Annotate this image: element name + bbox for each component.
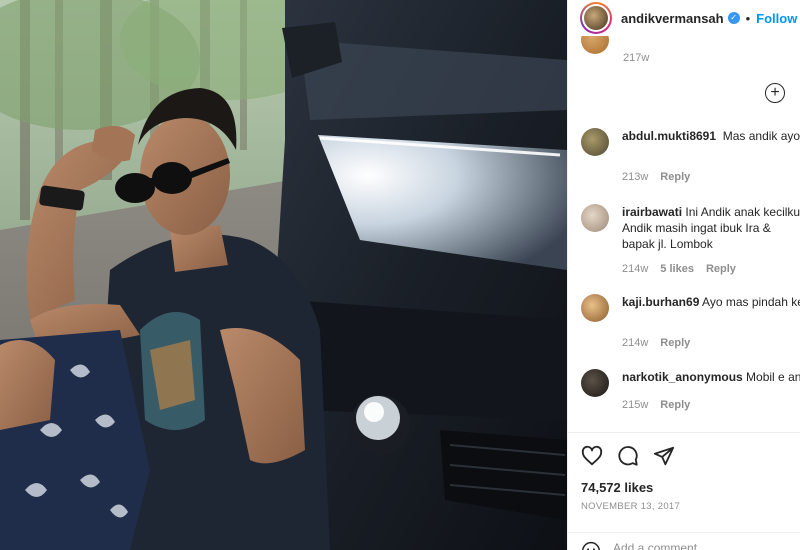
- comment-body: abdul.mukti8691 Mas andik ayo merindukan…: [622, 128, 800, 144]
- comment-username[interactable]: narkotik_anonymous: [622, 370, 743, 384]
- comment-body: irairbawati Ini Andik anak kecilku Andik…: [622, 204, 800, 252]
- post-actions: 74,572 likes NOVEMBER 13, 2017: [568, 432, 800, 550]
- comment-icon[interactable]: [617, 445, 639, 472]
- comments-scroll-area[interactable]: 217w + abdul.mukti8691 Mas andik ayo mer…: [568, 36, 800, 432]
- likes-count[interactable]: 74,572 likes: [581, 480, 653, 495]
- avatar-image: [584, 6, 608, 30]
- comment-username[interactable]: irairbawati: [622, 205, 682, 219]
- paper-plane-icon[interactable]: [653, 445, 675, 472]
- avatar-inner: [582, 4, 610, 32]
- comment-body: kaji.burhan69 Ayo mas pindah ke senangny…: [622, 294, 800, 310]
- comment-body: narkotik_anonymous Mobil e any: [622, 369, 800, 385]
- comment-meta: 214w Reply: [622, 337, 690, 349]
- comment-time: 213w: [622, 171, 649, 183]
- comment-avatar[interactable]: [581, 294, 609, 322]
- verified-badge-icon: ✓: [727, 12, 740, 24]
- header-separator: •: [745, 10, 751, 26]
- heart-icon[interactable]: [581, 445, 603, 472]
- post-photo[interactable]: [0, 0, 567, 550]
- add-comment-row: [568, 532, 800, 550]
- comment-time: 214w: [622, 337, 649, 349]
- add-comment-input[interactable]: [613, 541, 793, 550]
- comment-username[interactable]: kaji.burhan69: [622, 295, 699, 309]
- reply-button[interactable]: Reply: [660, 171, 690, 183]
- comment-text: Mas andik ayo merindukan skil tiki taka …: [719, 129, 800, 143]
- post-date: NOVEMBER 13, 2017: [581, 501, 681, 512]
- reply-button[interactable]: Reply: [660, 337, 690, 349]
- reply-button[interactable]: Reply: [706, 263, 736, 275]
- comment-time: 215w: [622, 399, 649, 411]
- comments-panel: andikvermansah ✓ • Follow 217w + abdul.m…: [567, 0, 800, 550]
- comment-meta: 214w 5 likes Reply: [622, 263, 736, 275]
- comment-avatar[interactable]: [581, 204, 609, 232]
- caption-time: 217w: [623, 52, 650, 64]
- action-icons: [581, 445, 675, 472]
- comment-time: 214w: [622, 263, 649, 275]
- profile-avatar[interactable]: [580, 2, 612, 34]
- caption-avatar: [581, 36, 609, 54]
- comment-text-content: Mas andik ayo merindukan skil tiki taka …: [722, 129, 800, 143]
- reply-button[interactable]: Reply: [660, 399, 690, 411]
- photo-illustration: [0, 0, 567, 550]
- comment-avatar[interactable]: [581, 369, 609, 397]
- comment-text: Ayo mas pindah ke senangnya bonek meliha…: [702, 295, 800, 309]
- caption-meta: 217w: [623, 52, 649, 64]
- comment-username[interactable]: abdul.mukti8691: [622, 129, 716, 143]
- header-username[interactable]: andikvermansah: [621, 11, 724, 26]
- comment-meta: 215w Reply: [622, 399, 690, 411]
- comment-likes[interactable]: 5 likes: [660, 263, 694, 275]
- post-header: andikvermansah ✓ • Follow: [568, 0, 800, 36]
- comment-meta: 213w Reply: [622, 171, 690, 183]
- comment-text: Mobil e any: [746, 370, 800, 384]
- follow-button[interactable]: Follow: [756, 11, 797, 26]
- emoji-icon[interactable]: [581, 541, 601, 550]
- plus-circle-icon[interactable]: +: [765, 83, 785, 103]
- comment-avatar[interactable]: [581, 128, 609, 156]
